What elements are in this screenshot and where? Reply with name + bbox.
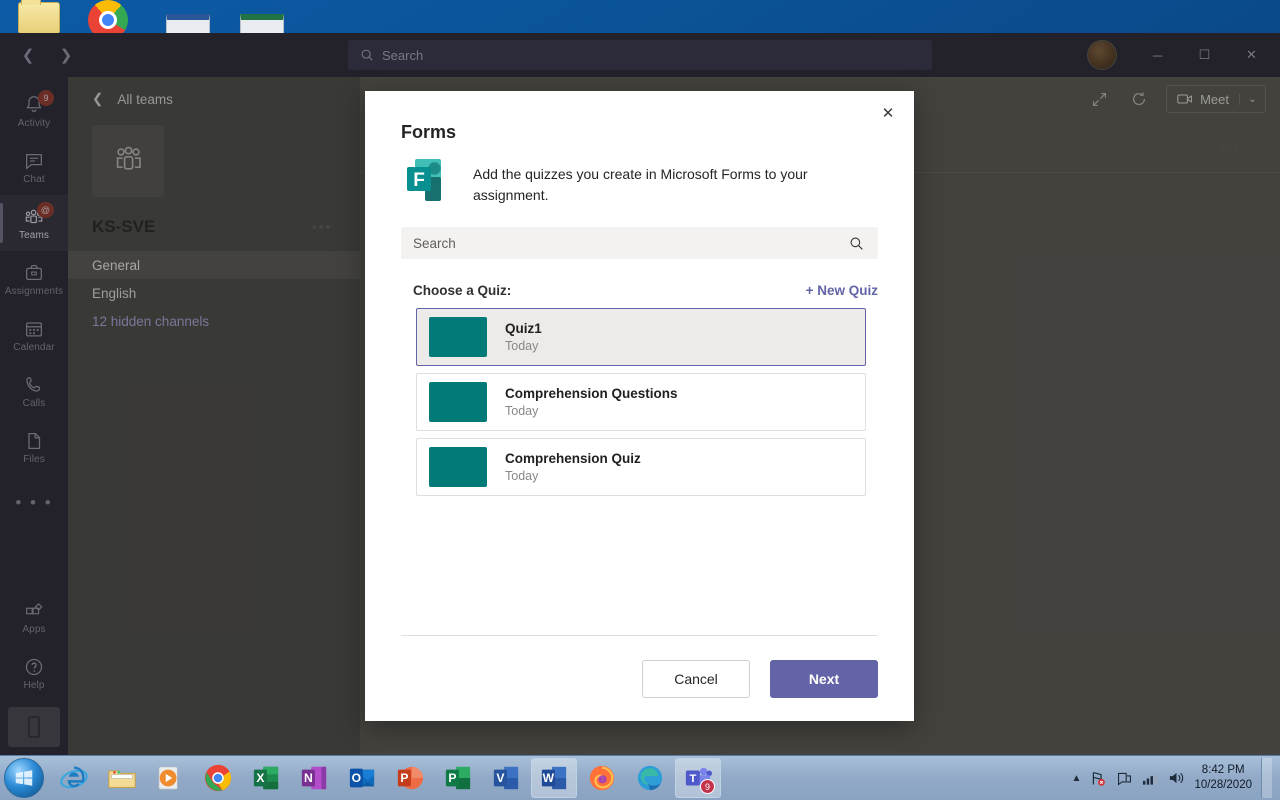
quiz-title: Quiz1 bbox=[505, 321, 542, 336]
quiz-date: Today bbox=[505, 339, 539, 353]
taskbar-item-google-chrome[interactable] bbox=[195, 758, 241, 798]
list-item[interactable]: Comprehension Quiz Today bbox=[416, 438, 866, 496]
svg-text:F: F bbox=[413, 170, 425, 191]
next-button[interactable]: Next bbox=[770, 659, 878, 698]
svg-text:P: P bbox=[400, 771, 408, 785]
action-center-icon[interactable] bbox=[1116, 770, 1133, 787]
taskbar-item-outlook[interactable]: O bbox=[339, 758, 385, 798]
svg-text:N: N bbox=[304, 771, 313, 785]
taskbar-item-internet-explorer[interactable] bbox=[51, 758, 97, 798]
taskbar-item-onenote[interactable]: N bbox=[291, 758, 337, 798]
taskbar-item-excel[interactable]: X bbox=[243, 758, 289, 798]
taskbar-item-visio[interactable]: V bbox=[483, 758, 529, 798]
dialog-title: Forms bbox=[401, 122, 457, 142]
close-icon[interactable]: ✕ bbox=[872, 97, 904, 129]
taskbar-item-file-explorer[interactable] bbox=[99, 758, 145, 798]
taskbar-item-word[interactable]: W bbox=[531, 758, 577, 798]
signal-bars-icon[interactable] bbox=[1142, 771, 1159, 786]
chevron-up-icon[interactable]: ▲ bbox=[1072, 773, 1082, 784]
list-item[interactable]: Quiz1 Today bbox=[416, 308, 866, 366]
search-input[interactable]: Search bbox=[401, 227, 878, 259]
windows-taskbar: X N O P P V W T 9 ▲ 8:42 PM 10/28/2020 bbox=[0, 755, 1280, 800]
quiz-thumbnail bbox=[429, 382, 487, 422]
system-tray: ▲ 8:42 PM 10/28/2020 bbox=[1072, 758, 1280, 798]
clock-time: 8:42 PM bbox=[1201, 764, 1245, 776]
quiz-date: Today bbox=[505, 404, 539, 418]
choose-quiz-label: Choose a Quiz: bbox=[413, 283, 512, 298]
quiz-title: Comprehension Questions bbox=[505, 386, 678, 401]
network-error-icon[interactable] bbox=[1090, 770, 1107, 787]
quiz-thumbnail bbox=[429, 317, 487, 357]
quiz-list: Quiz1 Today Comprehension Questions Toda… bbox=[365, 298, 914, 496]
new-quiz-link[interactable]: + New Quiz bbox=[806, 283, 878, 298]
taskbar-item-microsoft-edge[interactable] bbox=[627, 758, 673, 798]
search-placeholder: Search bbox=[413, 235, 456, 251]
quiz-date: Today bbox=[505, 469, 539, 483]
forms-dialog: ✕ Forms F Add the quizzes you create in … bbox=[365, 91, 914, 721]
svg-text:P: P bbox=[448, 771, 456, 785]
taskbar-item-windows-media-player[interactable] bbox=[147, 758, 193, 798]
svg-text:W: W bbox=[543, 771, 555, 785]
search-icon bbox=[850, 237, 863, 250]
taskbar-item-firefox[interactable] bbox=[579, 758, 625, 798]
taskbar-item-publisher[interactable]: P bbox=[435, 758, 481, 798]
taskbar-clock[interactable]: 8:42 PM 10/28/2020 bbox=[1194, 763, 1252, 793]
teams-taskbar-badge: 9 bbox=[700, 779, 715, 794]
svg-text:V: V bbox=[496, 771, 504, 785]
svg-text:T: T bbox=[689, 773, 696, 785]
list-item[interactable]: Comprehension Questions Today bbox=[416, 373, 866, 431]
speaker-icon[interactable] bbox=[1168, 770, 1185, 786]
svg-text:X: X bbox=[256, 771, 264, 785]
taskbar-item-powerpoint[interactable]: P bbox=[387, 758, 433, 798]
quiz-title: Comprehension Quiz bbox=[505, 451, 641, 466]
cancel-button[interactable]: Cancel bbox=[642, 659, 750, 698]
microsoft-forms-icon: F bbox=[401, 155, 453, 207]
quiz-thumbnail bbox=[429, 447, 487, 487]
show-desktop-button[interactable] bbox=[1261, 758, 1272, 798]
clock-date: 10/28/2020 bbox=[1194, 779, 1252, 791]
svg-text:O: O bbox=[352, 771, 361, 785]
dialog-description: Add the quizzes you create in Microsoft … bbox=[473, 166, 808, 203]
taskbar-item-microsoft-teams[interactable]: T 9 bbox=[675, 758, 721, 798]
windows-start-icon[interactable] bbox=[4, 758, 44, 798]
